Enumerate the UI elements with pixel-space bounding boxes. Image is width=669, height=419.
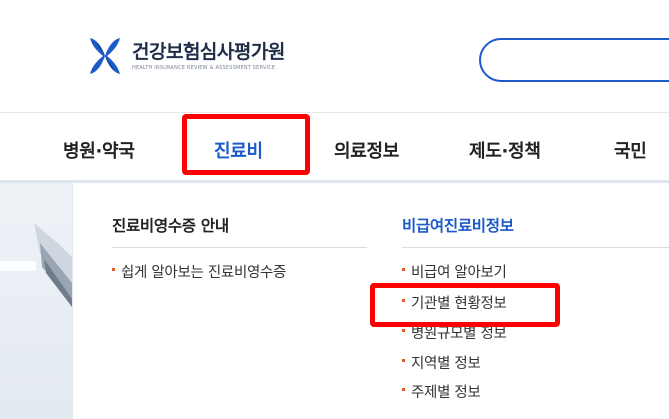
site-header: 건강보험심사평가원 HEALTH INSURANCE REVIEW & ASSE… [0,0,669,112]
highlight-medical-fee [182,114,310,175]
menu-item-by-region[interactable]: 지역별 정보 [402,352,481,373]
search-input[interactable] [479,38,669,82]
hira-logo-icon [88,36,122,76]
nav-item-medical-info[interactable]: 의료정보 [334,137,399,163]
logo-title: 건강보험심사평가원 [132,41,285,63]
nav-item-citizen[interactable]: 국민 [614,137,647,163]
menu-item-easy-receipt[interactable]: 쉽게 알아보는 진료비영수증 [112,261,286,282]
menu-item-label: 비급여 알아보기 [411,265,507,281]
col1-rule [112,247,367,248]
decorative-banner [0,183,72,419]
bullet-icon [402,359,405,362]
bullet-icon [112,268,115,271]
bullet-icon [402,329,405,332]
pen-illustration-icon [0,223,72,307]
menu-item-non-covered-basics[interactable]: 비급여 알아보기 [402,261,507,282]
bullet-icon [402,388,405,391]
menu-item-by-topic[interactable]: 주제별 정보 [402,381,481,402]
logo-subtitle: HEALTH INSURANCE REVIEW & ASSESSMENT SER… [132,65,276,71]
col2-rule [402,247,669,248]
nav-item-hospital-pharmacy[interactable]: 병원·약국 [63,137,135,163]
highlight-by-institution [370,283,560,327]
bullet-icon [402,268,405,271]
panel-divider [72,183,73,419]
nav-underline-bar [0,180,669,183]
menu-item-label: 쉽게 알아보는 진료비영수증 [121,265,287,281]
nav-item-system-policy[interactable]: 제도·정책 [469,137,541,163]
menu-title-receipt-guide[interactable]: 진료비영수증 안내 [112,214,229,236]
menu-title-non-covered-info[interactable]: 비급여진료비정보 [402,214,514,236]
site-logo[interactable]: 건강보험심사평가원 HEALTH INSURANCE REVIEW & ASSE… [88,36,285,76]
menu-item-label: 지역별 정보 [411,356,481,372]
main-navigation: 병원·약국 진료비 의료정보 제도·정책 국민 [0,113,669,183]
menu-item-label: 주제별 정보 [411,385,481,401]
